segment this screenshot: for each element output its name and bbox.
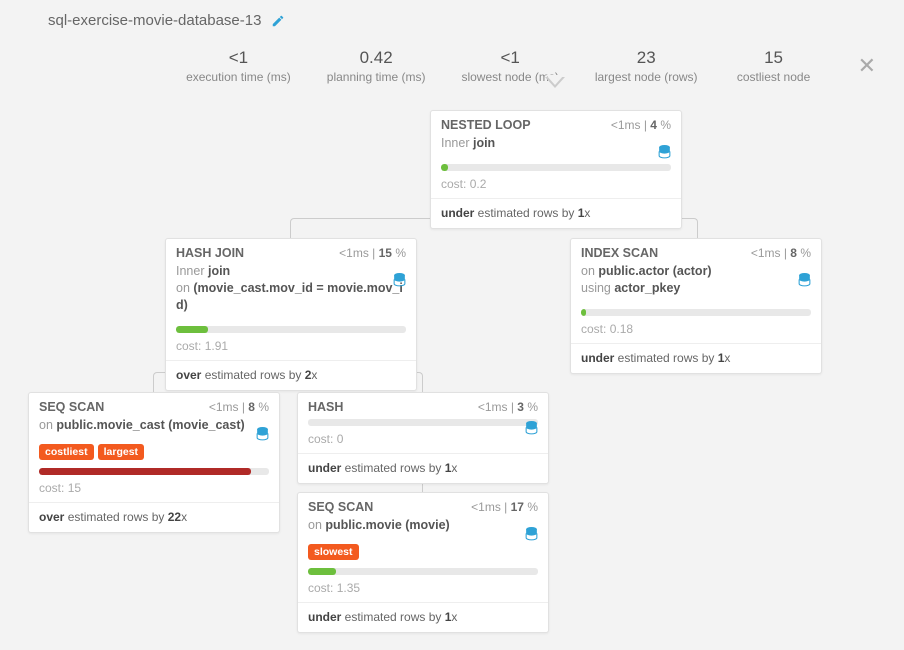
plan-node-seq-scan-movie-cast[interactable]: SEQ SCAN <1ms | 8 % on public.movie_cast… [28,392,280,533]
page-title: sql-exercise-movie-database-13 [48,12,261,29]
database-icon[interactable] [658,145,671,160]
cost-bar [39,468,251,475]
plan-node-hash-join[interactable]: HASH JOIN <1ms | 15 % Inner joinon (movi… [165,238,417,391]
close-icon[interactable]: ✕ [858,53,876,79]
stats-row: <1execution time (ms) 0.42planning time … [186,48,876,84]
cost-bar [581,309,586,316]
page-header: sql-exercise-movie-database-13 [48,12,285,29]
cost-bar [308,568,336,575]
database-icon[interactable] [393,273,406,288]
cost-bar [441,164,448,171]
stat-largest: 23largest node (rows) [595,48,698,84]
plan-node-hash[interactable]: HASH <1ms | 3 % cost: 0 under estimated … [297,392,549,484]
pointer-arrow-icon [545,77,565,88]
badge-largest: largest [98,444,144,460]
plan-node-seq-scan-movie[interactable]: SEQ SCAN <1ms | 17 % on public.movie (mo… [297,492,549,633]
database-icon[interactable] [256,427,269,442]
stat-plan-time: 0.42planning time (ms) [327,48,426,84]
database-icon[interactable] [525,527,538,542]
database-icon[interactable] [798,273,811,288]
cost-bar [176,326,208,333]
badge-costliest: costliest [39,444,94,460]
database-icon[interactable] [525,421,538,436]
badges: slowest [298,540,548,562]
badge-slowest: slowest [308,544,359,560]
stat-costliest: 15costliest node [734,48,814,84]
badges: costliest largest [29,440,279,462]
plan-node-nested-loop[interactable]: NESTED LOOP <1ms | 4 % Inner join cost: … [430,110,682,229]
plan-node-index-scan[interactable]: INDEX SCAN <1ms | 8 % on public.actor (a… [570,238,822,374]
plan-canvas[interactable]: NESTED LOOP <1ms | 4 % Inner join cost: … [0,110,904,650]
edit-icon[interactable] [271,14,285,28]
stat-exec-time: <1execution time (ms) [186,48,291,84]
